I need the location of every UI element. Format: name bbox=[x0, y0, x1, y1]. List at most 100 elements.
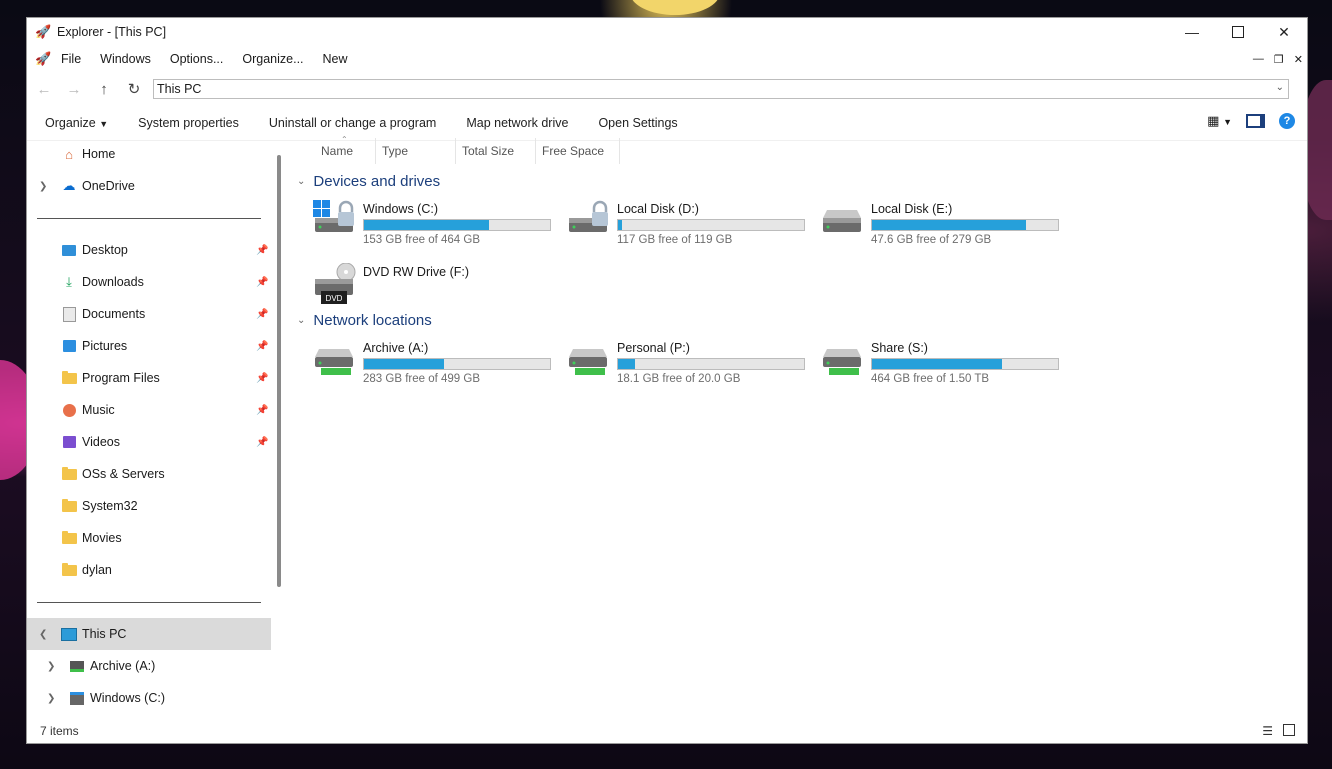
mdi-close-button[interactable]: ✕ bbox=[1294, 53, 1303, 66]
organize-button[interactable]: Organize ▼ bbox=[45, 116, 108, 130]
drive-usage-fill bbox=[364, 359, 444, 369]
sidebar-item-onedrive[interactable]: ❯ ☁ OneDrive bbox=[27, 170, 271, 202]
sidebar-item-program-files[interactable]: Program Files 📌 bbox=[27, 362, 271, 394]
sidebar-item-downloads[interactable]: ⤓ Downloads 📌 bbox=[27, 266, 271, 298]
column-label: Type bbox=[382, 144, 409, 158]
folder-icon bbox=[61, 370, 77, 386]
pin-icon[interactable]: 📌 bbox=[256, 309, 268, 320]
folder-icon bbox=[61, 562, 77, 578]
drive-usage-fill bbox=[618, 220, 622, 230]
sidebar-scrollbar[interactable] bbox=[277, 155, 281, 587]
caret-down-icon: ▼ bbox=[99, 119, 109, 129]
menu-organize[interactable]: Organize... bbox=[242, 52, 303, 66]
drive-item-f[interactable]: DVD DVD RW Drive (F:) bbox=[313, 263, 563, 313]
drive-usage-bar bbox=[363, 219, 551, 231]
chevron-right-icon[interactable]: ❯ bbox=[39, 181, 47, 192]
locked-drive-icon bbox=[569, 200, 608, 232]
view-options-icon[interactable]: ▦ ▼ bbox=[1207, 113, 1232, 129]
sidebar-item-movies[interactable]: Movies bbox=[27, 522, 271, 554]
sidebar-item-home[interactable]: ⌂ Home bbox=[27, 138, 271, 170]
monitor-icon bbox=[61, 626, 77, 642]
pin-icon[interactable]: 📌 bbox=[256, 437, 268, 448]
drive-free-space: 47.6 GB free of 279 GB bbox=[871, 234, 992, 246]
open-settings-button[interactable]: Open Settings bbox=[598, 116, 677, 130]
up-arrow-icon[interactable]: ↑ bbox=[89, 81, 119, 98]
sidebar-item-dylan[interactable]: dylan bbox=[27, 554, 271, 586]
rocket-icon: 🚀 bbox=[35, 24, 52, 39]
address-bar[interactable]: This PC ⌄ bbox=[153, 79, 1289, 99]
sidebar-item-music[interactable]: Music 📌 bbox=[27, 394, 271, 426]
minimize-button[interactable]: — bbox=[1169, 18, 1215, 46]
details-view-icon[interactable]: ☰ bbox=[1262, 724, 1273, 738]
sidebar-item-documents[interactable]: Documents 📌 bbox=[27, 298, 271, 330]
group-header-network[interactable]: ⌄ Network locations bbox=[297, 312, 432, 329]
drive-item-e[interactable]: Local Disk (E:) 47.6 GB free of 279 GB bbox=[821, 200, 1071, 250]
sidebar-item-label: Desktop bbox=[82, 243, 128, 257]
sidebar-item-system32[interactable]: System32 bbox=[27, 490, 271, 522]
chevron-down-icon[interactable]: ⌄ bbox=[1276, 82, 1284, 93]
column-divider bbox=[375, 138, 376, 164]
sidebar-item-pictures[interactable]: Pictures 📌 bbox=[27, 330, 271, 362]
pin-icon[interactable]: 📌 bbox=[256, 277, 268, 288]
status-bar: 7 items ☰ bbox=[27, 719, 1307, 743]
folder-icon bbox=[61, 466, 77, 482]
cloud-icon: ☁ bbox=[62, 178, 76, 193]
menu-file[interactable]: File bbox=[61, 52, 81, 66]
sidebar-item-this-pc[interactable]: ❮ This PC bbox=[27, 618, 271, 650]
sidebar-item-label: System32 bbox=[82, 499, 138, 513]
drive-item-c[interactable]: Windows (C:) 153 GB free of 464 GB bbox=[313, 200, 563, 250]
preview-pane-icon[interactable] bbox=[1246, 114, 1265, 128]
system-properties-button[interactable]: System properties bbox=[138, 116, 239, 130]
window-controls: — ✕ bbox=[1169, 18, 1307, 46]
map-network-drive-button[interactable]: Map network drive bbox=[466, 116, 568, 130]
chevron-down-icon[interactable]: ❮ bbox=[39, 629, 47, 640]
sidebar-item-label: Archive (A:) bbox=[90, 659, 156, 673]
sidebar-item-windows-c[interactable]: ❯ Windows (C:) bbox=[27, 682, 271, 714]
menu-options[interactable]: Options... bbox=[170, 52, 224, 66]
refresh-icon[interactable]: ↻ bbox=[119, 80, 149, 98]
mdi-restore-button[interactable]: ❐ bbox=[1274, 53, 1284, 66]
column-header-name[interactable]: ⌃ Name bbox=[321, 135, 353, 164]
menu-new[interactable]: New bbox=[323, 52, 348, 66]
sidebar-item-desktop[interactable]: Desktop 📌 bbox=[27, 234, 271, 266]
sidebar-item-label: Home bbox=[82, 147, 116, 161]
sidebar-item-label: Pictures bbox=[82, 339, 128, 353]
group-header-devices[interactable]: ⌄ Devices and drives bbox=[297, 173, 440, 190]
column-header-type[interactable]: Type bbox=[382, 138, 408, 164]
chevron-right-icon[interactable]: ❯ bbox=[47, 693, 55, 704]
column-header-free-space[interactable]: Free Space bbox=[542, 138, 604, 164]
uninstall-program-button[interactable]: Uninstall or change a program bbox=[269, 116, 436, 130]
mdi-minimize-button[interactable]: — bbox=[1253, 53, 1264, 65]
drive-name: Archive (A:) bbox=[363, 341, 429, 355]
large-icons-view-icon[interactable] bbox=[1283, 724, 1295, 736]
drive-item-a[interactable]: Archive (A:) 283 GB free of 499 GB bbox=[313, 339, 563, 389]
menu-windows[interactable]: Windows bbox=[100, 52, 151, 66]
hard-drive-icon bbox=[823, 210, 861, 232]
back-arrow-icon[interactable]: ← bbox=[29, 81, 59, 98]
network-drive-icon bbox=[823, 349, 861, 375]
sidebar-item-archive[interactable]: ❯ Archive (A:) bbox=[27, 650, 271, 682]
column-header-total-size[interactable]: Total Size bbox=[462, 138, 514, 164]
forward-arrow-icon[interactable]: → bbox=[59, 81, 89, 98]
sidebar-item-oss-servers[interactable]: OSs & Servers bbox=[27, 458, 271, 490]
music-icon bbox=[61, 402, 77, 418]
maximize-button[interactable] bbox=[1215, 18, 1261, 46]
help-icon[interactable]: ? bbox=[1279, 113, 1295, 129]
close-button[interactable]: ✕ bbox=[1261, 18, 1307, 46]
sidebar-item-videos[interactable]: Videos 📌 bbox=[27, 426, 271, 458]
pin-icon[interactable]: 📌 bbox=[256, 341, 268, 352]
chevron-right-icon[interactable]: ❯ bbox=[47, 661, 55, 672]
sidebar-item-label: Documents bbox=[82, 307, 146, 321]
rocket-icon: 🚀 bbox=[35, 51, 52, 66]
pin-icon[interactable]: 📌 bbox=[256, 405, 268, 416]
sidebar-item-label: Downloads bbox=[82, 275, 144, 289]
drive-item-p[interactable]: Personal (P:) 18.1 GB free of 20.0 GB bbox=[567, 339, 817, 389]
drive-name: Windows (C:) bbox=[363, 202, 439, 216]
pin-icon[interactable]: 📌 bbox=[256, 245, 268, 256]
file-list: ⌃ Name Type Total Size Free Space ⌄ Devic… bbox=[289, 135, 1307, 722]
pin-icon[interactable]: 📌 bbox=[256, 373, 268, 384]
drive-item-d[interactable]: Local Disk (D:) 117 GB free of 119 GB bbox=[567, 200, 817, 250]
drive-name: Local Disk (E:) bbox=[871, 202, 953, 216]
drive-usage-fill bbox=[872, 220, 1027, 230]
drive-item-s[interactable]: Share (S:) 464 GB free of 1.50 TB bbox=[821, 339, 1071, 389]
